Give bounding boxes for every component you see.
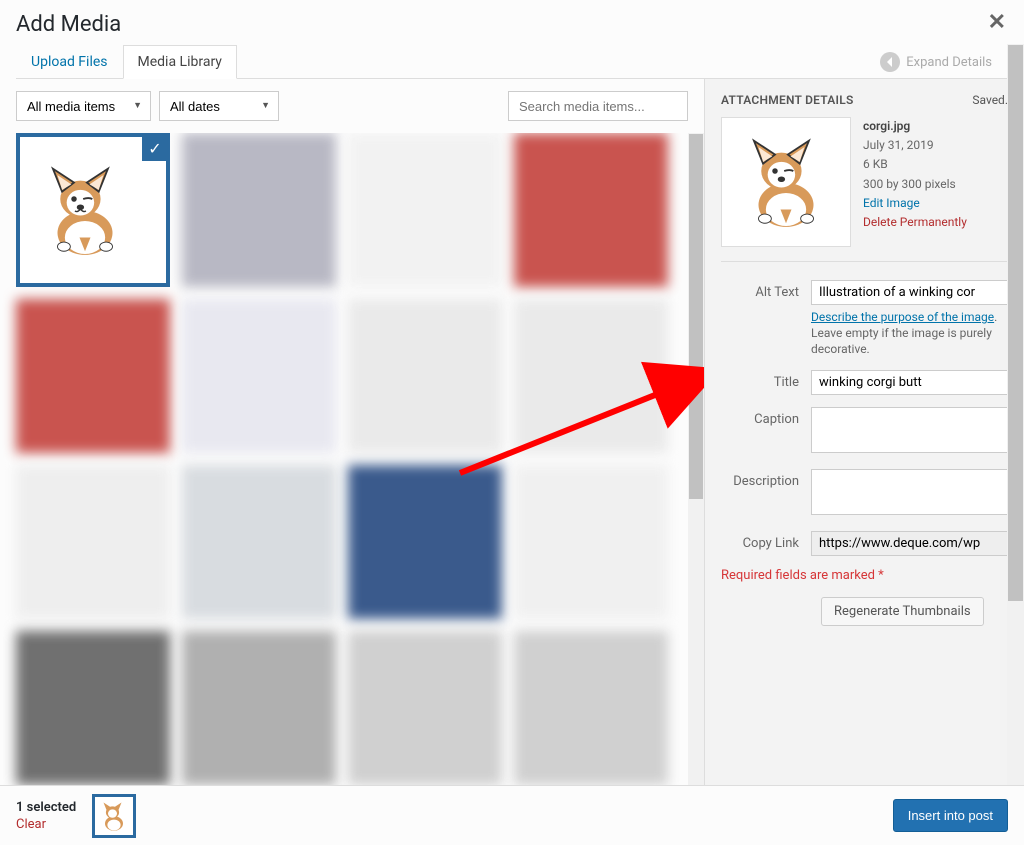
corgi-icon bbox=[731, 127, 841, 237]
media-item[interactable] bbox=[182, 465, 336, 619]
modal-footer: 1 selected Clear Insert into post bbox=[0, 785, 1024, 845]
filter-date-select[interactable]: All dates bbox=[159, 91, 279, 121]
search-input[interactable] bbox=[508, 91, 688, 121]
expand-details-button[interactable]: Expand Details bbox=[880, 52, 1008, 78]
media-item[interactable] bbox=[514, 631, 668, 785]
saved-status: Saved. bbox=[972, 93, 1008, 107]
preview-thumbnail bbox=[721, 117, 851, 247]
grid-scrollbar[interactable] bbox=[688, 133, 704, 785]
media-item[interactable] bbox=[348, 465, 502, 619]
filter-type-wrap: All media items bbox=[16, 91, 151, 121]
media-item-selected[interactable]: ✓ bbox=[16, 133, 170, 287]
copy-link-row: Copy Link bbox=[721, 531, 1008, 556]
media-item[interactable] bbox=[16, 299, 170, 453]
alt-hint-link[interactable]: Describe the purpose of the image bbox=[811, 310, 994, 324]
alt-text-row: Alt Text Describe the purpose of the ima… bbox=[721, 280, 1008, 358]
modal-title: Add Media bbox=[16, 12, 1008, 37]
required-star: * bbox=[878, 568, 884, 583]
caption-label: Caption bbox=[721, 407, 811, 427]
filter-type-select[interactable]: All media items bbox=[16, 91, 151, 121]
media-item[interactable] bbox=[348, 299, 502, 453]
attachment-preview: corgi.jpg July 31, 2019 6 KB 300 by 300 … bbox=[721, 117, 1008, 262]
clear-selection-link[interactable]: Clear bbox=[16, 817, 76, 832]
alt-text-hint: Describe the purpose of the image. Leave… bbox=[811, 309, 1008, 358]
regenerate-thumbnails-button[interactable]: Regenerate Thumbnails bbox=[821, 597, 984, 626]
alt-text-input[interactable] bbox=[811, 280, 1008, 305]
title-label: Title bbox=[721, 370, 811, 390]
media-item[interactable] bbox=[182, 299, 336, 453]
copy-link-label: Copy Link bbox=[721, 531, 811, 551]
caption-input[interactable] bbox=[811, 407, 1008, 453]
description-row: Description bbox=[721, 469, 1008, 519]
media-grid-scroll[interactable]: ✓ bbox=[0, 133, 704, 785]
tabs: Upload Files Media Library bbox=[16, 45, 237, 78]
title-input[interactable] bbox=[811, 370, 1008, 395]
media-item[interactable] bbox=[16, 631, 170, 785]
title-row: Title bbox=[721, 370, 1008, 395]
content: All media items All dates bbox=[0, 79, 1024, 785]
modal-header: Add Media ✕ Upload Files Media Library E… bbox=[0, 0, 1024, 79]
caption-row: Caption bbox=[721, 407, 1008, 457]
description-label: Description bbox=[721, 469, 811, 489]
media-item[interactable] bbox=[182, 631, 336, 785]
panel-scrollbar[interactable] bbox=[1007, 44, 1024, 785]
media-item[interactable] bbox=[182, 133, 336, 287]
close-icon[interactable]: ✕ bbox=[988, 10, 1006, 35]
file-size: 6 KB bbox=[863, 155, 967, 174]
media-item[interactable] bbox=[514, 299, 668, 453]
media-grid: ✓ bbox=[16, 133, 688, 785]
media-item[interactable] bbox=[514, 465, 668, 619]
media-item[interactable] bbox=[514, 133, 668, 287]
expand-label: Expand Details bbox=[906, 55, 992, 70]
media-item[interactable] bbox=[16, 465, 170, 619]
tab-upload-files[interactable]: Upload Files bbox=[16, 45, 123, 79]
file-date: July 31, 2019 bbox=[863, 136, 967, 155]
media-item[interactable] bbox=[348, 631, 502, 785]
selection-count: 1 selected bbox=[16, 800, 76, 815]
filename: corgi.jpg bbox=[863, 117, 967, 136]
copy-link-input[interactable] bbox=[811, 531, 1008, 556]
header-row: Upload Files Media Library Expand Detail… bbox=[16, 45, 1008, 79]
description-input[interactable] bbox=[811, 469, 1008, 515]
required-note: Required fields are marked * bbox=[721, 568, 1008, 583]
tab-media-library[interactable]: Media Library bbox=[123, 45, 237, 79]
toolbar: All media items All dates bbox=[0, 79, 704, 133]
details-heading: ATTACHMENT DETAILS bbox=[721, 93, 854, 107]
corgi-icon bbox=[96, 798, 132, 834]
media-item[interactable] bbox=[348, 133, 502, 287]
chevron-left-icon bbox=[880, 52, 900, 72]
selection-info: 1 selected Clear bbox=[16, 800, 76, 832]
insert-into-post-button[interactable]: Insert into post bbox=[893, 799, 1008, 832]
file-dimensions: 300 by 300 pixels bbox=[863, 175, 967, 194]
corgi-icon bbox=[30, 137, 140, 283]
add-media-modal: Add Media ✕ Upload Files Media Library E… bbox=[0, 0, 1024, 845]
selection-thumbnail[interactable] bbox=[92, 794, 136, 838]
edit-image-link[interactable]: Edit Image bbox=[863, 196, 920, 210]
filter-date-wrap: All dates bbox=[159, 91, 279, 121]
media-browser: All media items All dates bbox=[0, 79, 704, 785]
alt-text-label: Alt Text bbox=[721, 280, 811, 300]
delete-link[interactable]: Delete Permanently bbox=[863, 215, 967, 229]
check-icon: ✓ bbox=[142, 135, 168, 161]
attachment-meta: corgi.jpg July 31, 2019 6 KB 300 by 300 … bbox=[863, 117, 967, 247]
attachment-details: ATTACHMENT DETAILS Saved. bbox=[704, 79, 1024, 785]
details-header: ATTACHMENT DETAILS Saved. bbox=[721, 93, 1008, 107]
